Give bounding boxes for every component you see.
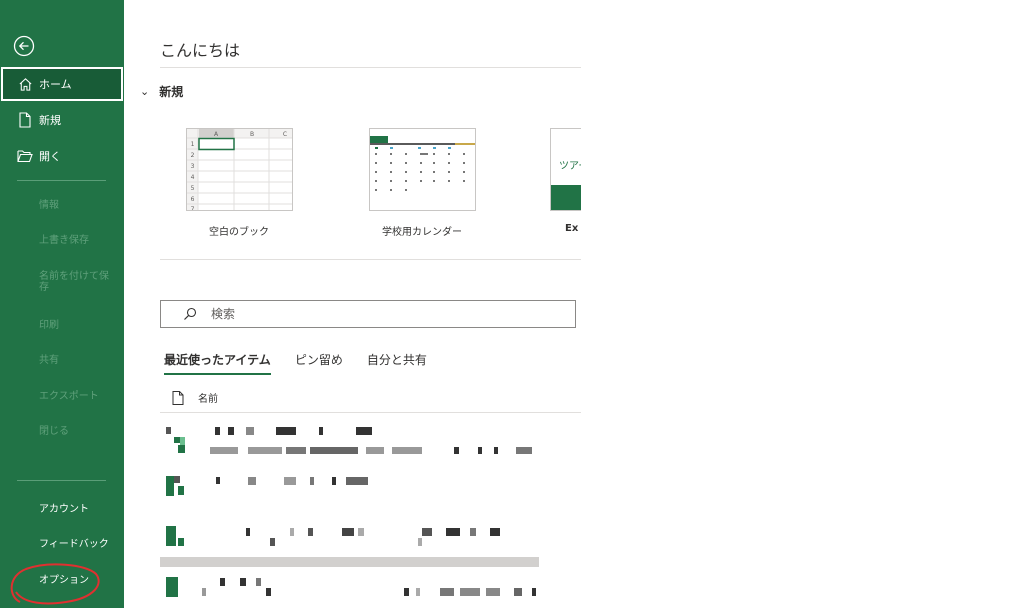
sidebar-item-home[interactable]: ホーム	[1, 67, 123, 101]
grid-row-7: 7	[191, 206, 195, 211]
table-row[interactable]	[160, 475, 581, 497]
tour-thumbnail: ツアー	[550, 128, 581, 211]
grid-row-2: 2	[191, 152, 195, 159]
new-section-header[interactable]: ⌄ 新規	[140, 83, 183, 100]
grid-row-6: 6	[191, 196, 195, 203]
blank-workbook-thumbnail: A B C 1 2 3 4 5 6 7	[186, 128, 293, 211]
chevron-down-icon: ⌄	[140, 85, 150, 98]
template-name: 学校用カレンダー	[382, 227, 462, 238]
sidebar-item-export: エクスポート	[39, 391, 99, 402]
file-list-header[interactable]: 名前	[172, 390, 218, 405]
sidebar-item-label: 新規	[39, 114, 61, 127]
file-list-tabs: 最近使ったアイテム ピン留め 自分と共有	[164, 351, 451, 375]
sidebar-item-label: 開く	[39, 150, 61, 163]
sidebar-item-save: 上書き保存	[39, 235, 89, 246]
backstage-home-panel: こんにちは ⌄ 新規 A B C 1 2 3 4 5 6 7 空白のブック 学校…	[124, 0, 581, 608]
new-doc-icon	[17, 112, 33, 128]
grid-row-5: 5	[191, 185, 195, 192]
sidebar-item-account[interactable]: アカウント	[39, 500, 89, 515]
section-divider	[160, 259, 581, 260]
table-row[interactable]	[160, 425, 581, 460]
tab-pinned[interactable]: ピン留め	[295, 351, 343, 375]
school-calendar-thumbnail	[369, 128, 476, 211]
template-tour[interactable]: ツアー Ex	[550, 128, 581, 234]
sidebar-divider	[17, 180, 106, 181]
sidebar-item-save-as: 名前を付けて保存	[39, 271, 109, 293]
sidebar-item-close: 閉じる	[39, 426, 69, 437]
open-folder-icon	[17, 148, 33, 164]
sidebar-item-share: 共有	[39, 355, 59, 366]
list-header-divider	[160, 412, 581, 413]
back-button[interactable]	[12, 34, 36, 58]
template-name: Ex	[565, 223, 579, 234]
grid-row-4: 4	[191, 174, 195, 181]
grid-col-c: C	[283, 131, 287, 138]
page-title: こんにちは	[160, 41, 241, 60]
sidebar-divider	[17, 480, 106, 481]
search-box[interactable]	[160, 300, 576, 328]
tour-thumb-text: ツアー	[559, 161, 581, 172]
sidebar-item-open[interactable]: 開く	[0, 139, 124, 173]
template-school-calendar[interactable]: 学校用カレンダー	[369, 128, 476, 238]
horizontal-scrollbar[interactable]	[160, 557, 539, 567]
template-blank-workbook[interactable]: A B C 1 2 3 4 5 6 7 空白のブック	[186, 128, 293, 238]
tab-shared-with-me[interactable]: 自分と共有	[367, 351, 427, 375]
search-input[interactable]	[211, 307, 551, 321]
table-row[interactable]	[160, 576, 581, 600]
title-divider	[160, 67, 581, 68]
back-arrow-icon	[13, 35, 35, 57]
excel-backstage-window: ホーム 新規 開く 情報 上書き保存 名前を付けて保存 印刷 共有 エクスポート…	[0, 0, 1024, 608]
tour-thumb-banner	[551, 185, 581, 210]
backstage-sidebar: ホーム 新規 開く 情報 上書き保存 名前を付けて保存 印刷 共有 エクスポート…	[0, 0, 124, 608]
grid-row-3: 3	[191, 163, 195, 170]
sidebar-item-print: 印刷	[39, 320, 59, 331]
spreadsheet-grid-icon: A B C 1 2 3 4 5 6 7	[187, 129, 292, 211]
template-name: 空白のブック	[209, 227, 269, 238]
grid-row-1: 1	[191, 141, 195, 148]
calendar-preview-icon	[370, 136, 475, 191]
file-type-icon	[172, 390, 184, 405]
table-row[interactable]	[160, 524, 581, 548]
search-icon	[184, 307, 197, 320]
new-section-title: 新規	[159, 85, 184, 99]
home-icon	[17, 76, 33, 92]
sidebar-item-info: 情報	[39, 200, 59, 211]
grid-col-b: B	[250, 131, 254, 138]
sidebar-item-new[interactable]: 新規	[0, 103, 124, 137]
sidebar-item-feedback[interactable]: フィードバック	[39, 535, 109, 550]
tab-recent[interactable]: 最近使ったアイテム	[164, 351, 271, 375]
sidebar-item-options[interactable]: オプション	[39, 571, 89, 586]
sidebar-item-label: ホーム	[39, 78, 72, 91]
column-header-name: 名前	[198, 394, 218, 405]
